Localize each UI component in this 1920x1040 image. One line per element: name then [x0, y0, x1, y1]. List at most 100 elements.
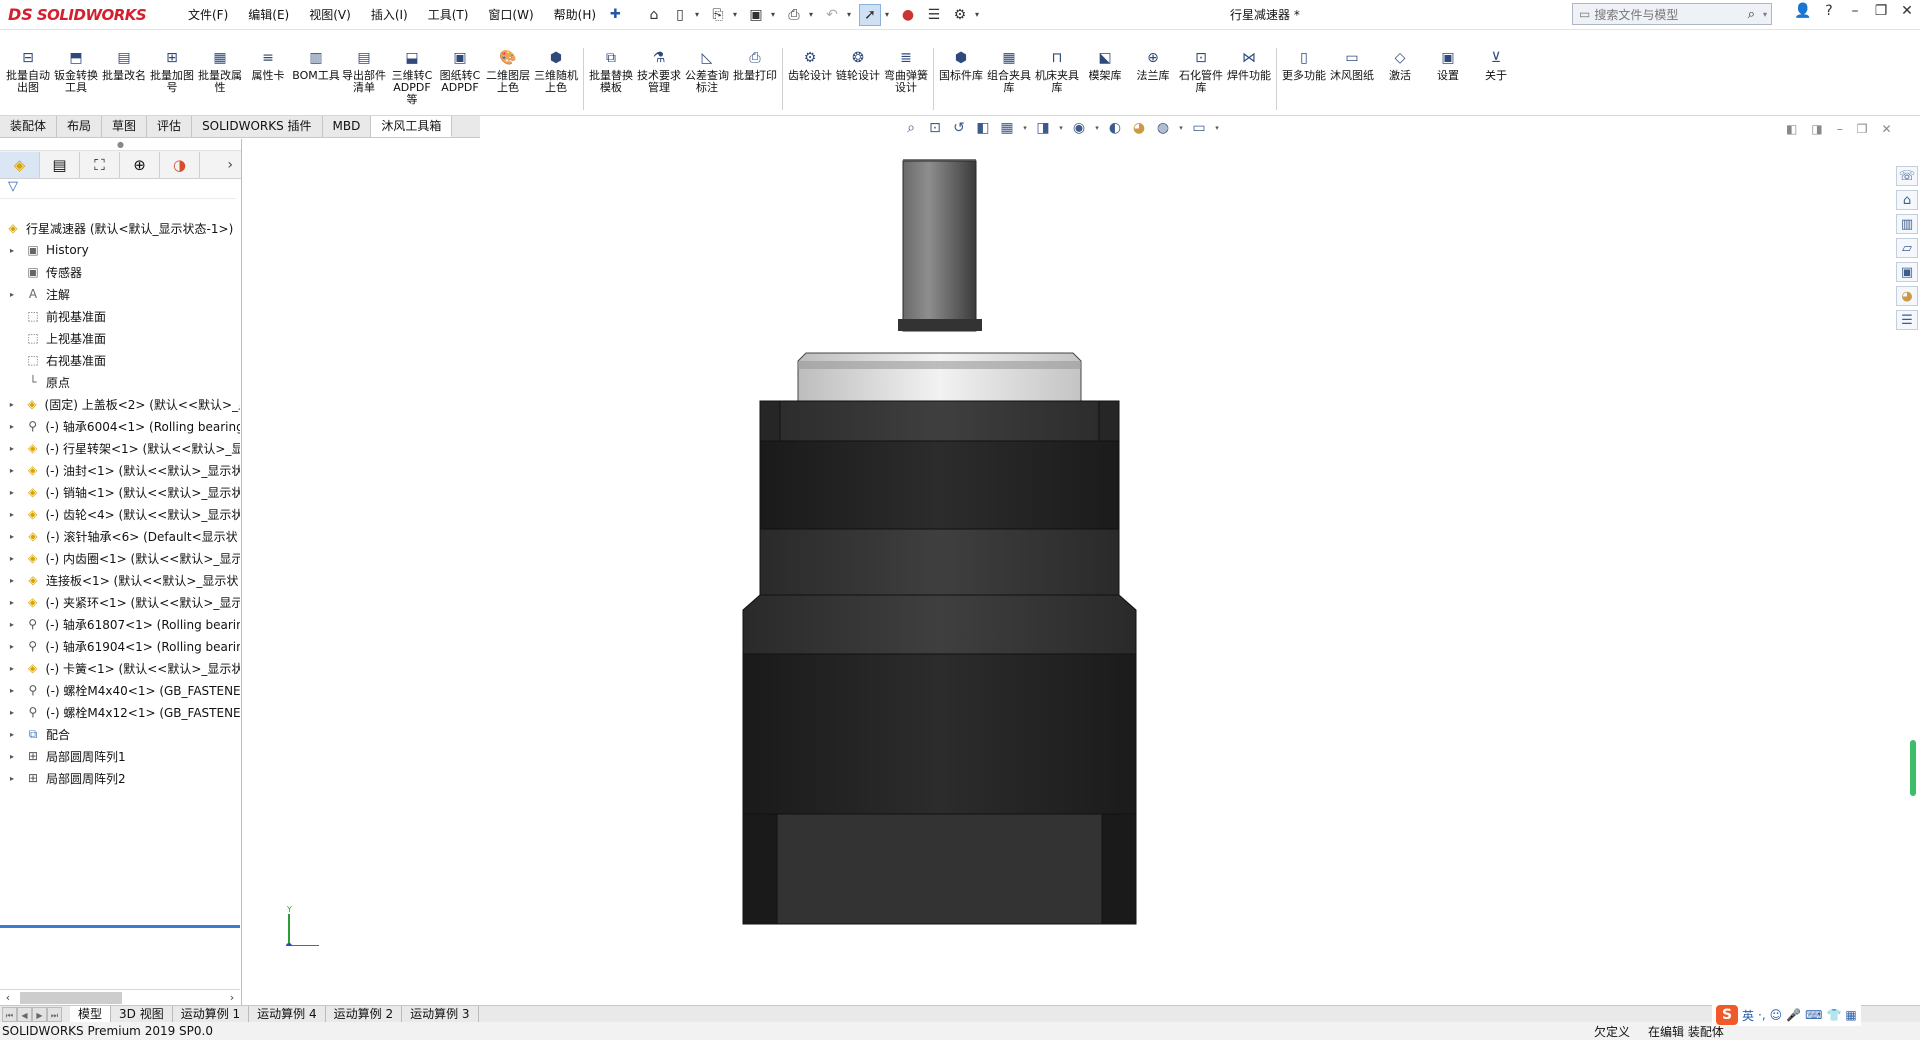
- ribbon-button-number[interactable]: ⊞ 批量加图号: [148, 48, 196, 94]
- expand-arrow-icon[interactable]: ▸: [6, 774, 18, 783]
- tree-node[interactable]: ◈ 行星减速器 (默认<默认_显示状态-1>): [0, 217, 240, 239]
- close-icon[interactable]: ✕: [1898, 3, 1916, 19]
- undo-dropdown-icon[interactable]: ▾: [847, 10, 855, 19]
- hide-show-icon[interactable]: ◐: [1106, 120, 1124, 136]
- tree-node[interactable]: ▸ ⚲ (-) 轴承61904<1> (Rolling bearin: [0, 635, 240, 657]
- open-dropdown-icon[interactable]: ▾: [733, 10, 741, 19]
- user-icon[interactable]: 👤: [1794, 3, 1812, 19]
- tab-6[interactable]: 沐风工具箱: [371, 116, 453, 137]
- bottom-tab-5[interactable]: 运动算例 3: [402, 1006, 479, 1022]
- tree-node[interactable]: ▸ ◈ (-) 内齿圈<1> (默认<<默认>_显示: [0, 547, 240, 569]
- ribbon-button-more[interactable]: ▯ 更多功能: [1280, 48, 1328, 82]
- menu-window[interactable]: 窗口(W): [480, 1, 541, 29]
- bottom-tab-3[interactable]: 运动算例 4: [249, 1006, 326, 1022]
- tab-4[interactable]: SOLIDWORKS 插件: [192, 116, 323, 137]
- sogou-icon[interactable]: S: [1716, 1005, 1738, 1025]
- ribbon-button-export[interactable]: ▤ 导出部件清单: [340, 48, 388, 94]
- tree-node[interactable]: ▣ 传感器: [0, 261, 240, 283]
- ribbon-button-pipe[interactable]: ⊡ 石化管件库: [1177, 48, 1225, 94]
- expand-arrow-icon[interactable]: ▸: [6, 510, 18, 519]
- ribbon-button-property[interactable]: ▦ 批量改属性: [196, 48, 244, 94]
- ribbon-button-sprocket[interactable]: ❂ 链轮设计: [834, 48, 882, 82]
- expand-arrow-icon[interactable]: ▸: [6, 532, 18, 541]
- punctuation-icon[interactable]: ·,: [1758, 1008, 1766, 1022]
- expand-arrow-icon[interactable]: ▸: [6, 598, 18, 607]
- viewport-minimize-icon[interactable]: –: [1837, 122, 1843, 136]
- file-explorer-icon[interactable]: ▱: [1896, 238, 1918, 258]
- undo-icon[interactable]: ↶: [821, 4, 843, 26]
- ribbon-button-convert3d[interactable]: ⬓ 三维转CADPDF等: [388, 48, 436, 106]
- dropdown-icon[interactable]: ▾: [1214, 124, 1220, 132]
- ribbon-button-clamp[interactable]: ⊓ 机床夹具库: [1033, 48, 1081, 94]
- options-dropdown-icon[interactable]: ▾: [975, 10, 983, 19]
- new-dropdown-icon[interactable]: ▾: [695, 10, 703, 19]
- tree-node[interactable]: ▸ ◈ (-) 滚针轴承<6> (Default<显示状: [0, 525, 240, 547]
- tab-5[interactable]: MBD: [322, 116, 372, 137]
- dropdown-icon[interactable]: ▾: [1094, 124, 1100, 132]
- bottom-tab-4[interactable]: 运动算例 2: [326, 1006, 403, 1022]
- select-dropdown-icon[interactable]: ▾: [885, 10, 893, 19]
- expand-arrow-icon[interactable]: ▸: [6, 488, 18, 497]
- section-view-icon[interactable]: ◧: [974, 120, 992, 136]
- select-cursor-icon[interactable]: ➚: [858, 3, 881, 26]
- tab-0[interactable]: 装配体: [0, 116, 58, 137]
- chevron-right-icon[interactable]: ›: [227, 157, 233, 173]
- new-document-icon[interactable]: ▯: [669, 4, 691, 26]
- save-dropdown-icon[interactable]: ▾: [771, 10, 779, 19]
- appearance-icon[interactable]: ◕: [1130, 120, 1148, 136]
- graphics-area[interactable]: Y X: [243, 139, 1894, 1005]
- ribbon-button-bom[interactable]: ▥ BOM工具: [292, 48, 340, 82]
- first-tab-icon[interactable]: ⏮: [2, 1006, 17, 1022]
- ribbon-button-mold[interactable]: ⬕ 模架库: [1081, 48, 1129, 82]
- bottom-tab-2[interactable]: 运动算例 1: [173, 1006, 250, 1022]
- menu-insert[interactable]: 插入(I): [363, 1, 416, 29]
- tree-node[interactable]: ▸ ⊞ 局部圆周阵列1: [0, 745, 240, 767]
- scroll-left-icon[interactable]: ‹: [0, 991, 16, 1004]
- file-properties-icon[interactable]: ☰: [923, 4, 945, 26]
- view-orientation-icon[interactable]: ◨: [1034, 120, 1052, 136]
- prev-tab-icon[interactable]: ◀: [17, 1006, 32, 1022]
- ribbon-button-template[interactable]: ⧉ 批量替换模板: [587, 48, 635, 94]
- help-icon[interactable]: ?: [1820, 3, 1838, 19]
- print-dropdown-icon[interactable]: ▾: [809, 10, 817, 19]
- previous-view-icon[interactable]: ↺: [950, 120, 968, 136]
- keyboard-icon[interactable]: ⌨: [1805, 1008, 1822, 1022]
- display-style-icon[interactable]: ◉: [1070, 120, 1088, 136]
- expand-arrow-icon[interactable]: ▸: [6, 422, 18, 431]
- tab-2[interactable]: 草图: [102, 116, 148, 137]
- configuration-manager-tab-icon[interactable]: ⛶: [80, 151, 120, 178]
- tree-node[interactable]: ▸ ▣ History: [0, 239, 240, 261]
- tree-node[interactable]: ⬚ 上视基准面: [0, 327, 240, 349]
- dynamic-annotation-icon[interactable]: ▦: [998, 120, 1016, 136]
- display-settings-icon[interactable]: ▭: [1190, 120, 1208, 136]
- tree-node[interactable]: ▸ ◈ (-) 油封<1> (默认<<默认>_显示状: [0, 459, 240, 481]
- tree-horizontal-scrollbar[interactable]: ‹ ›: [0, 989, 240, 1005]
- tree-node[interactable]: ▸ ⚲ (-) 螺栓M4x12<1> (GB_FASTENE: [0, 701, 240, 723]
- ribbon-button-weld[interactable]: ⋈ 焊件功能: [1225, 48, 1273, 82]
- save-icon[interactable]: ▣: [745, 4, 767, 26]
- microphone-icon[interactable]: 🎤: [1786, 1008, 1801, 1022]
- menu-help[interactable]: 帮助(H): [546, 1, 604, 29]
- menu-edit[interactable]: 编辑(E): [240, 1, 297, 29]
- ribbon-button-drawing[interactable]: ⊟ 批量自动出图: [4, 48, 52, 94]
- last-tab-icon[interactable]: ⏭: [47, 1006, 62, 1022]
- menu-view[interactable]: 视图(V): [301, 1, 359, 29]
- scroll-right-icon[interactable]: ›: [224, 991, 240, 1004]
- scroll-thumb[interactable]: [20, 991, 122, 1004]
- expand-arrow-icon[interactable]: ▸: [6, 466, 18, 475]
- menu-file[interactable]: 文件(F): [180, 1, 236, 29]
- appearances-icon[interactable]: ◕: [1896, 286, 1918, 306]
- scene-icon[interactable]: ◍: [1154, 120, 1172, 136]
- ribbon-button-random-color[interactable]: ⬢ 三维随机上色: [532, 48, 580, 94]
- dimxpert-tab-icon[interactable]: ⊕: [120, 151, 160, 178]
- expand-arrow-icon[interactable]: ▸: [6, 620, 18, 629]
- expand-arrow-icon[interactable]: ▸: [6, 664, 18, 673]
- tree-node[interactable]: ▸ ◈ (-) 行星转架<1> (默认<<默认>_显: [0, 437, 240, 459]
- ribbon-button-settings[interactable]: ▣ 设置: [1424, 48, 1472, 82]
- ribbon-button-card[interactable]: ≡ 属性卡: [244, 48, 292, 82]
- tree-node[interactable]: ▸ ◈ (-) 夹紧环<1> (默认<<默认>_显示: [0, 591, 240, 613]
- search-box[interactable]: ▭ 搜索文件与模型 ⌕ ▾: [1572, 3, 1772, 25]
- print-icon[interactable]: ⎙: [783, 4, 805, 26]
- ribbon-button-requirement[interactable]: ⚗ 技术要求管理: [635, 48, 683, 94]
- axis-triad[interactable]: Y X: [279, 906, 319, 946]
